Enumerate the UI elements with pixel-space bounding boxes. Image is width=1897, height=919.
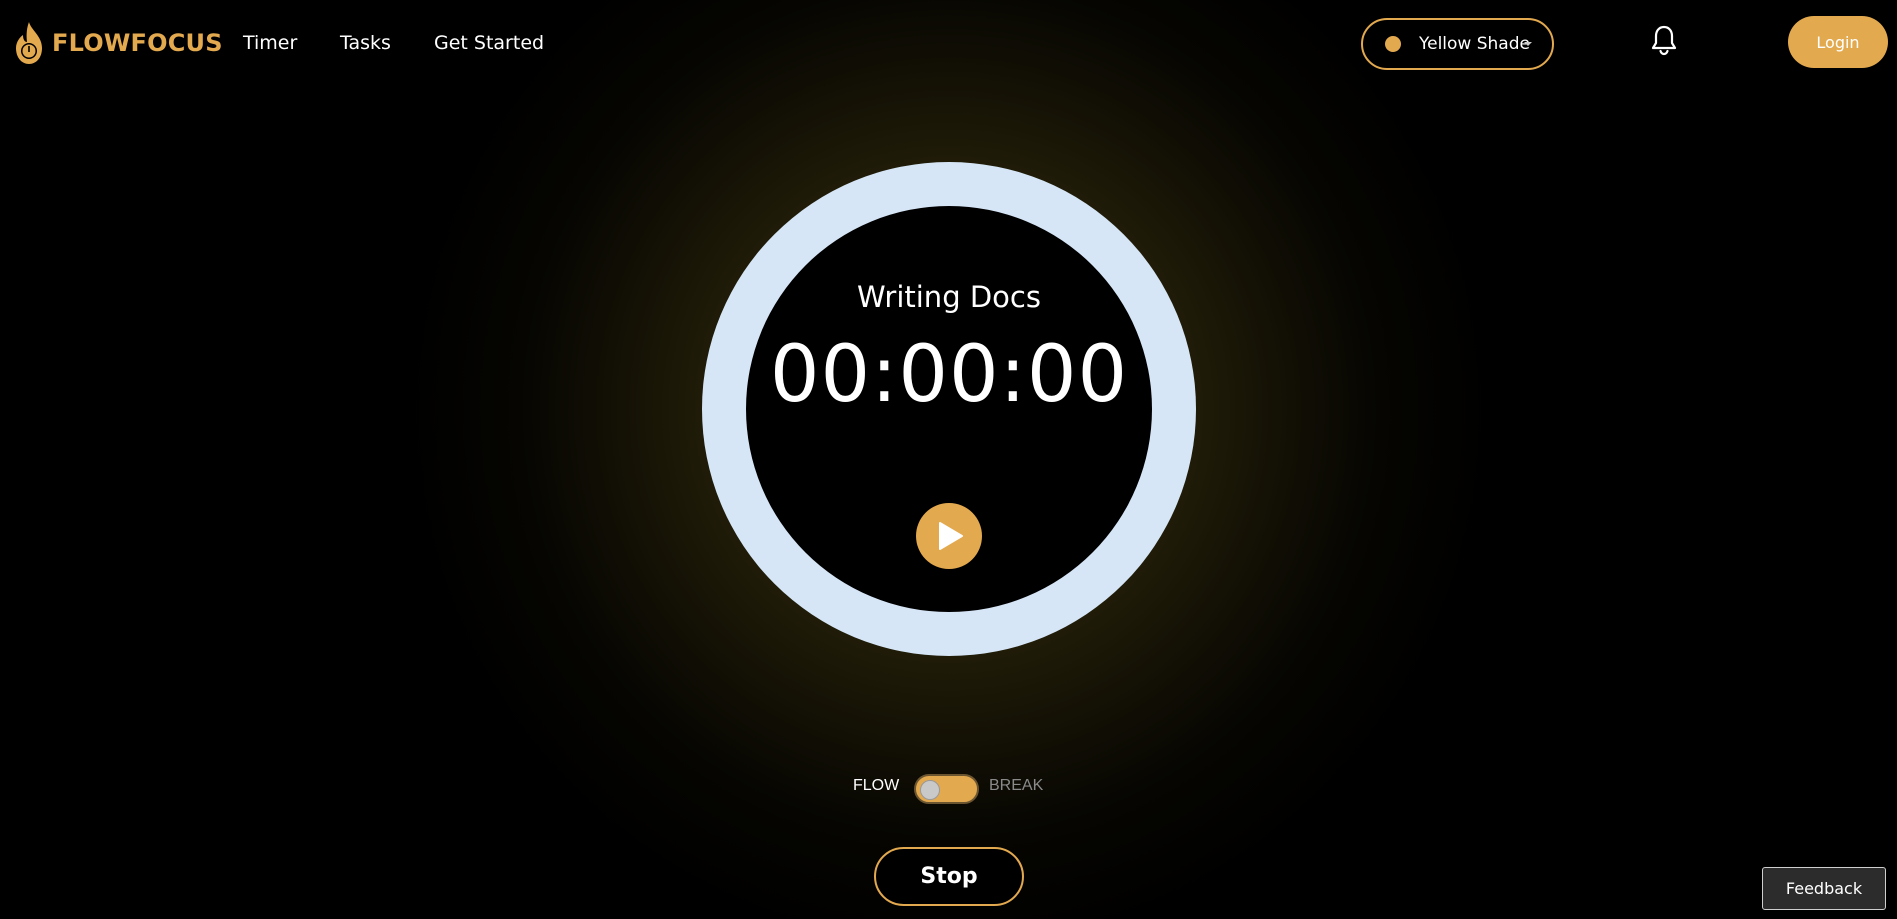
timer-display: 00:00:00 [769,330,1129,420]
bell-icon[interactable] [1650,24,1678,56]
play-icon [939,522,963,550]
brand-logo[interactable]: FLOWFOCUS [12,20,223,66]
nav-link-timer[interactable]: Timer [243,32,297,54]
mode-label-flow: FLOW [853,777,900,794]
nav-link-get-started[interactable]: Get Started [434,32,544,54]
toggle-knob [920,780,940,800]
caret-down-icon [1524,42,1532,46]
theme-select[interactable]: Yellow Shade [1361,18,1554,70]
stop-button[interactable]: Stop [874,847,1024,906]
login-button[interactable]: Login [1788,16,1888,68]
theme-select-value: Yellow Shade [1419,34,1530,54]
mode-label-break: BREAK [989,777,1044,794]
theme-color-dot [1385,36,1401,52]
flame-timer-icon [16,22,42,64]
nav-link-tasks[interactable]: Tasks [340,32,391,54]
play-button[interactable] [916,503,982,569]
app-page: FLOWFOCUS Timer Tasks Get Started Yellow… [0,0,1897,919]
feedback-button[interactable]: Feedback [1762,867,1886,910]
current-task-title: Writing Docs [857,280,1041,314]
flow-break-toggle[interactable] [914,774,979,804]
brand-name: FLOWFOCUS [52,29,223,57]
